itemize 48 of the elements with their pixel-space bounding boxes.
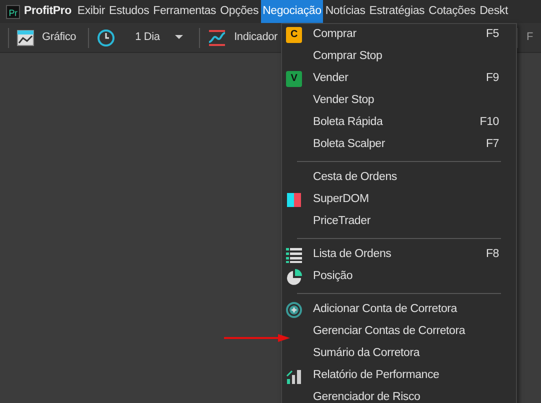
- annotation-arrow: [224, 334, 290, 342]
- menu-item[interactable]: Estudos: [106, 0, 152, 23]
- add-circle-icon: [286, 302, 302, 318]
- letter-badge: V: [286, 71, 302, 87]
- pie-chart-icon: [286, 269, 302, 285]
- app-logo: Pr: [6, 4, 20, 18]
- menu-item[interactable]: Negociação: [260, 0, 324, 23]
- menu-item[interactable]: Comprar Stop: [282, 46, 516, 68]
- menu-item[interactable]: Gerenciador de Risco: [282, 387, 516, 403]
- menu-item[interactable]: Boleta Rápida F10: [282, 112, 516, 134]
- app-title: ProfitPro: [24, 4, 72, 19]
- menu-item[interactable]: Boleta Scalper F7: [282, 134, 516, 156]
- menu-item[interactable]: Cotações: [426, 0, 478, 23]
- letter-badge: C: [286, 27, 302, 43]
- superdom-icon: [286, 192, 302, 208]
- bar-chart-icon: [286, 368, 302, 384]
- chart-button[interactable]: Gráfico: [17, 29, 76, 46]
- indicator-icon: [208, 28, 226, 46]
- line-chart-icon: [17, 30, 34, 46]
- menu-item[interactable]: Posição: [282, 266, 516, 288]
- menu-item[interactable]: Sumário da Corretora: [282, 343, 516, 365]
- menu-item[interactable]: PriceTrader: [282, 211, 516, 233]
- menu-item[interactable]: SuperDOM: [282, 189, 516, 211]
- menu-item[interactable]: Opções: [218, 0, 261, 23]
- shortcut-label: F7: [486, 137, 499, 152]
- menu-item[interactable]: Adicionar Conta de Corretora: [282, 299, 516, 321]
- shortcut-label: F10: [480, 115, 499, 130]
- menu-item[interactable]: Gerenciar Contas de Corretora: [282, 321, 516, 343]
- list-icon: [286, 247, 302, 263]
- menu-item[interactable]: C Comprar F5: [282, 24, 516, 46]
- shortcut-label: F5: [486, 27, 499, 42]
- toolbar-label: F: [526, 30, 533, 46]
- menu-item[interactable]: Relatório de Performance: [282, 365, 516, 387]
- menu-item[interactable]: Exibir: [75, 0, 107, 23]
- shortcut-label: F9: [486, 71, 499, 86]
- menu-item[interactable]: Cesta de Ordens: [282, 167, 516, 189]
- menu-item[interactable]: Deskt: [478, 0, 510, 23]
- shortcut-label: F8: [486, 247, 499, 262]
- period-dropdown[interactable]: 1 Dia: [123, 29, 184, 46]
- menu-item[interactable]: V Vender F9: [282, 68, 516, 90]
- menu-item[interactable]: Ferramentas: [151, 0, 218, 23]
- menu-item[interactable]: Lista de Ordens F8: [282, 244, 516, 266]
- menu-item[interactable]: Vender Stop: [282, 90, 516, 112]
- menu-item[interactable]: Notícias: [323, 0, 368, 23]
- indicator-button[interactable]: Indicador: [208, 28, 278, 46]
- clock-icon: [97, 28, 116, 46]
- menu-item[interactable]: Estratégias: [367, 0, 427, 23]
- caret-icon: [175, 35, 184, 40]
